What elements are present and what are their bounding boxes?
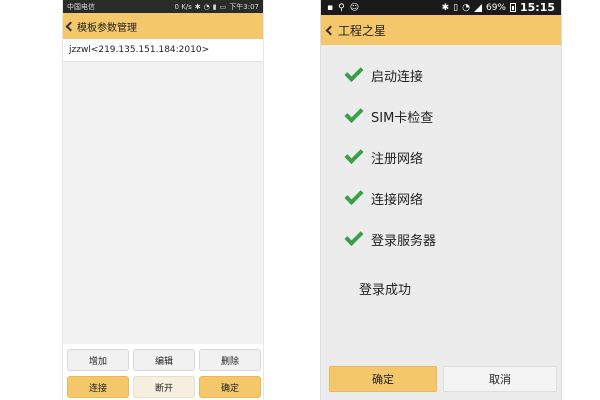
cancel-button[interactable]: 取消 [443,366,557,392]
right-phone-screen: ▪ ⚲ ☺ ✱ ▯ ◔ 69% 15:15 工程之星 启动连接 SIM卡检查 注… [320,0,562,400]
list-item[interactable]: jzzwl<219.135.151.184:2010> [63,39,263,62]
notification-icon: ▪ [327,2,334,13]
bluetooth-icon: ✱ [194,2,201,11]
step-sim-check: SIM卡检查 [344,103,433,128]
right-footer: 确定 取消 [321,360,561,400]
confirm-button[interactable]: 确定 [199,376,261,398]
battery-percent: 69% [485,2,506,13]
check-icon [344,144,364,165]
clock: 下午3:07 [229,2,259,11]
page-title: 模板参数管理 [77,22,137,34]
back-icon[interactable] [65,21,76,31]
vibrate-icon: ▯ [453,2,459,13]
clock: 15:15 [519,1,555,14]
signal-icon [473,3,482,12]
button-row-bottom: 连接 断开 确定 [67,376,261,398]
connect-button[interactable]: 连接 [67,376,129,398]
right-status-bar: ▪ ⚲ ☺ ✱ ▯ ◔ 69% 15:15 [321,0,561,15]
wifi-icon: ◔ [203,2,210,11]
left-title-bar: 模板参数管理 [63,13,263,39]
check-icon [344,103,364,124]
step-login-server: 登录服务器 [344,226,436,251]
net-speed: 0 K/s [174,2,192,11]
delete-button[interactable]: 删除 [199,349,261,371]
carrier-label: 中国电信 [67,2,95,11]
check-icon [344,226,364,247]
login-result-text: 登录成功 [359,283,412,298]
android-icon: ☺ [349,2,360,13]
button-row-top: 增加 编辑 删除 [67,349,261,371]
bluetooth-icon: ✱ [441,2,450,13]
step-start-connection: 启动连接 [344,62,423,87]
signal-icon: ▮ [212,2,217,11]
usb-icon: ⚲ [338,2,345,13]
step-register-network: 注册网络 [344,144,423,169]
right-title-bar: 工程之星 [321,15,561,45]
left-phone-screen: 中国电信 0 K/s ✱ ◔ ▮ ▭ 下午3:07 模板参数管理 jzzwl<2… [62,0,264,400]
back-icon[interactable] [325,25,336,35]
check-icon [344,62,364,83]
wifi-icon: ◔ [462,2,470,13]
edit-button[interactable]: 编辑 [133,349,195,371]
check-icon [344,185,364,206]
template-list: jzzwl<219.135.151.184:2010> [63,39,263,344]
battery-icon [509,3,516,12]
page-title: 工程之星 [338,23,387,38]
ok-button[interactable]: 确定 [329,366,437,392]
disconnect-button[interactable]: 断开 [133,376,195,398]
battery-icon: ▭ [219,2,227,11]
left-status-bar: 中国电信 0 K/s ✱ ◔ ▮ ▭ 下午3:07 [63,0,263,13]
step-connect-network: 连接网络 [344,185,423,210]
add-button[interactable]: 增加 [67,349,129,371]
